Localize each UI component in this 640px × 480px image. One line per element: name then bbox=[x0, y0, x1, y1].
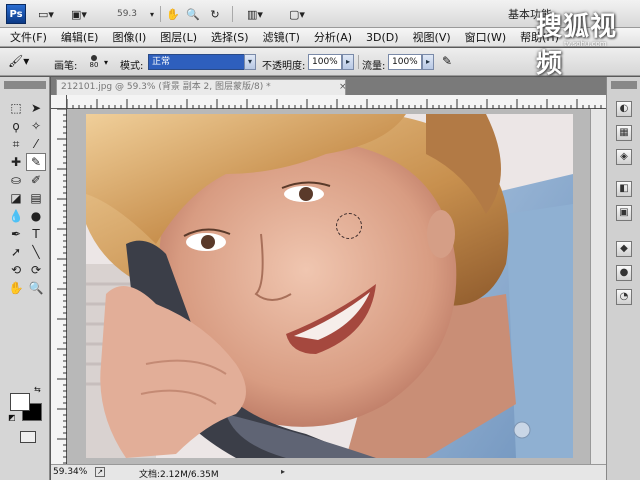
swatches-panel-icon[interactable]: ▦ bbox=[616, 125, 632, 141]
flow-slider-arrow-icon[interactable]: ▸ bbox=[422, 54, 434, 70]
layers-panel-icon[interactable]: ◆ bbox=[616, 241, 632, 257]
flow-label: 流量: bbox=[362, 61, 386, 72]
history-brush-icon[interactable]: ✐ bbox=[26, 171, 46, 189]
menu-layer[interactable]: 图层(L) bbox=[160, 29, 197, 45]
styles-panel-icon[interactable]: ◈ bbox=[616, 149, 632, 165]
line-shape-icon[interactable]: ╲ bbox=[26, 243, 46, 261]
document-window: 212101.jpg @ 59.3% (背景 副本 2, 图层蒙版/8) * × bbox=[51, 77, 606, 480]
blend-mode-select[interactable]: 正常 bbox=[148, 54, 256, 70]
watermark-url: tv.sohu.com bbox=[564, 40, 607, 48]
screen-mode-icon[interactable]: ▢▾ bbox=[282, 5, 312, 23]
panel-dock-header[interactable] bbox=[611, 81, 637, 89]
tool-grid: ⬚ ➤ ϙ ✧ ⌗ ⁄ ✚ ✎ ⛀ ✐ ◪ ▤ 💧 ● ✒ T ➚ ╲ ⟲ ⟳ … bbox=[6, 99, 46, 297]
vertical-scrollbar[interactable] bbox=[590, 109, 606, 464]
pen-icon[interactable]: ✒ bbox=[6, 225, 26, 243]
channels-panel-icon[interactable]: ● bbox=[616, 265, 632, 281]
tool-preset-icon[interactable]: 🖌▾ bbox=[8, 54, 38, 70]
marquee-icon[interactable]: ⬚ bbox=[6, 99, 26, 117]
color-panel-icon[interactable]: ◐ bbox=[616, 101, 632, 117]
ruler-origin[interactable] bbox=[51, 95, 67, 109]
clone-stamp-icon[interactable]: ⛀ bbox=[6, 171, 26, 189]
horizontal-ruler-ticks bbox=[66, 99, 602, 109]
move-icon[interactable]: ➤ bbox=[26, 99, 46, 117]
application-bar: Ps ▭▾ ▣▾ 59.3 ▾ ✋ 🔍 ↻ ▥▾ ▢▾ 基本功能 搜狐视频 tv… bbox=[0, 0, 640, 79]
menu-file[interactable]: 文件(F) bbox=[10, 29, 47, 45]
path-selection-icon[interactable]: ➚ bbox=[6, 243, 26, 261]
chevron-down-icon[interactable]: ▾ bbox=[104, 58, 108, 67]
rotate-icon[interactable]: ↻ bbox=[206, 5, 224, 23]
3d-rotate-icon[interactable]: ⟲ bbox=[6, 261, 26, 279]
eraser-icon[interactable]: ◪ bbox=[6, 189, 26, 207]
document-tab[interactable]: 212101.jpg @ 59.3% (背景 副本 2, 图层蒙版/8) * × bbox=[56, 79, 347, 95]
vertical-ruler[interactable] bbox=[51, 108, 67, 464]
menu-view[interactable]: 视图(V) bbox=[413, 29, 451, 45]
brush-cursor-icon bbox=[336, 213, 362, 239]
healing-brush-icon[interactable]: ✚ bbox=[6, 153, 26, 171]
menu-analysis[interactable]: 分析(A) bbox=[314, 29, 352, 45]
panel-dock: ◐ ▦ ◈ ◧ ▣ ◆ ● ◔ bbox=[606, 77, 640, 480]
chevron-down-icon[interactable]: ▾ bbox=[244, 54, 256, 70]
opacity-field[interactable]: 100% bbox=[308, 54, 342, 70]
gradient-icon[interactable]: ▤ bbox=[26, 189, 46, 207]
menu-edit[interactable]: 编辑(E) bbox=[61, 29, 99, 45]
status-document-size: 文档:2.12M/6.35M bbox=[139, 470, 219, 480]
default-colors-icon[interactable]: ◩ bbox=[8, 413, 16, 422]
blur-icon[interactable]: 💧 bbox=[6, 207, 26, 225]
brush-size-value: 80 bbox=[89, 61, 99, 69]
menu-image[interactable]: 图像(I) bbox=[112, 29, 146, 45]
opacity-slider-arrow-icon[interactable]: ▸ bbox=[342, 54, 354, 70]
watermark-logo: 搜狐视频 bbox=[536, 12, 618, 79]
crop-icon[interactable]: ⌗ bbox=[6, 135, 26, 153]
brush-size-picker[interactable]: 80 bbox=[84, 52, 104, 72]
photoshop-logo: Ps bbox=[6, 4, 26, 24]
hand-icon[interactable]: ✋ bbox=[6, 279, 26, 297]
status-bar: 59.34% ↗ 文档:2.12M/6.35M ▸ bbox=[51, 464, 606, 480]
toolbox-panel: ⬚ ➤ ϙ ✧ ⌗ ⁄ ✚ ✎ ⛀ ✐ ◪ ▤ 💧 ● ✒ T ➚ ╲ ⟲ ⟳ … bbox=[0, 77, 50, 480]
menu-window[interactable]: 窗口(W) bbox=[465, 29, 506, 45]
type-icon[interactable]: T bbox=[26, 225, 46, 243]
photo-canvas[interactable] bbox=[86, 114, 573, 458]
chevron-down-icon[interactable]: ▾ bbox=[146, 5, 158, 23]
lasso-icon[interactable]: ϙ bbox=[6, 117, 26, 135]
toolbox-header[interactable] bbox=[4, 81, 46, 89]
3d-orbit-icon[interactable]: ⟳ bbox=[26, 261, 46, 279]
quick-mask-icon[interactable] bbox=[20, 431, 36, 443]
masks-panel-icon[interactable]: ▣ bbox=[616, 205, 632, 221]
document-icon[interactable]: ▭▾ bbox=[34, 5, 58, 23]
horizontal-ruler[interactable] bbox=[66, 95, 606, 109]
menu-filter[interactable]: 滤镜(T) bbox=[263, 29, 300, 45]
swap-colors-icon[interactable]: ⇆ bbox=[34, 385, 41, 394]
magic-wand-icon[interactable]: ✧ bbox=[26, 117, 46, 135]
close-icon[interactable]: × bbox=[339, 80, 347, 95]
vertical-ruler-ticks bbox=[57, 108, 67, 464]
foreground-color-swatch[interactable] bbox=[10, 393, 30, 411]
menu-3d[interactable]: 3D(D) bbox=[366, 31, 399, 44]
zoom-icon[interactable]: 🔍 bbox=[26, 279, 46, 297]
paths-panel-icon[interactable]: ◔ bbox=[616, 289, 632, 305]
flow-field[interactable]: 100% bbox=[388, 54, 422, 70]
dodge-icon[interactable]: ● bbox=[26, 207, 46, 225]
zoom-icon[interactable]: 🔍 bbox=[184, 5, 202, 23]
layout-icon[interactable]: ▣▾ bbox=[64, 5, 94, 23]
eyedropper-icon[interactable]: ⁄ bbox=[26, 135, 46, 153]
arrange-icon[interactable]: ▥▾ bbox=[240, 5, 270, 23]
brush-label: 画笔: bbox=[54, 61, 78, 72]
status-menu-arrow-icon[interactable]: ▸ bbox=[281, 467, 285, 476]
status-zoom-level[interactable]: 59.34% bbox=[53, 467, 87, 477]
document-title: 212101.jpg @ 59.3% (背景 副本 2, 图层蒙版/8) * bbox=[61, 82, 271, 92]
opacity-label: 不透明度: bbox=[262, 61, 306, 72]
brush-icon[interactable]: ✎ bbox=[26, 153, 46, 171]
airbrush-icon[interactable]: ✎ bbox=[442, 54, 452, 68]
zoom-level-field[interactable]: 59.3 bbox=[108, 6, 146, 22]
portrait-photo bbox=[86, 114, 573, 458]
mode-label: 模式: bbox=[120, 61, 144, 72]
hand-icon[interactable]: ✋ bbox=[164, 5, 182, 23]
export-icon[interactable]: ↗ bbox=[95, 467, 105, 477]
adjustments-panel-icon[interactable]: ◧ bbox=[616, 181, 632, 197]
menu-select[interactable]: 选择(S) bbox=[211, 29, 249, 45]
